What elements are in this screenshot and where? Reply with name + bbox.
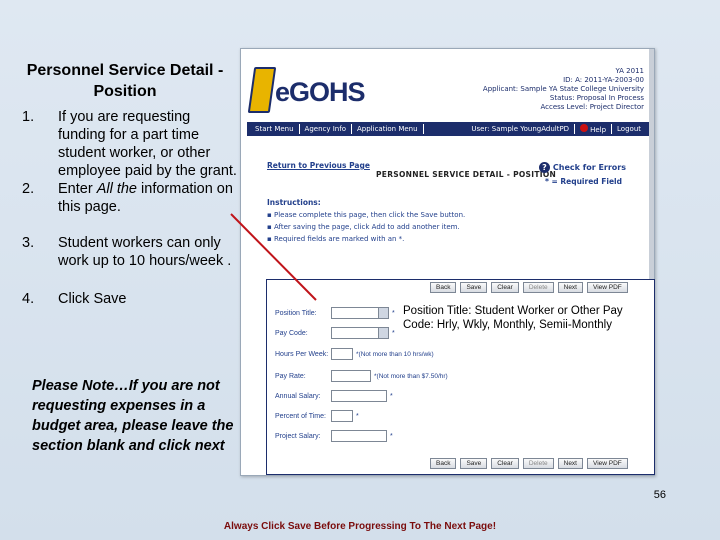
instructions-list: Please complete this page, then click th…: [267, 209, 607, 245]
menu-agency-info[interactable]: Agency Info: [300, 124, 352, 134]
delete-button[interactable]: Delete: [522, 282, 554, 293]
percent-time-label: Percent of Time:: [275, 412, 326, 420]
menu-application[interactable]: Application Menu: [352, 124, 424, 134]
logout-link[interactable]: Logout: [612, 124, 646, 134]
pay-rate-input[interactable]: [331, 370, 371, 382]
info-line: ID: A: 2011-YA-2003-00: [563, 76, 644, 84]
help-icon: [580, 124, 589, 132]
pay-rate-row: Pay Rate: *(Not more than $7.50/hr): [275, 370, 448, 382]
project-salary-row: Project Salary: *: [275, 430, 393, 442]
percent-time-row: Percent of Time: *: [275, 410, 359, 422]
required-star: *: [390, 392, 393, 400]
pay-code-label: Pay Code:: [275, 329, 308, 337]
step-2: 2. Enter All the information on this pag…: [22, 180, 240, 216]
user-label: User: Sample YoungAdultPD: [466, 124, 576, 134]
logo-text: eGOHS: [275, 77, 366, 107]
egohs-logo: eGOHS: [247, 63, 366, 115]
required-star: *: [356, 412, 359, 420]
menu-start[interactable]: Start Menu: [250, 124, 300, 134]
page-heading: PERSONNEL SERVICE DETAIL - POSITION: [376, 170, 557, 179]
question-icon: ?: [538, 162, 550, 173]
view-pdf-button[interactable]: View PDF: [587, 282, 628, 293]
view-pdf-button[interactable]: View PDF: [587, 458, 628, 469]
back-button[interactable]: Back: [430, 282, 457, 293]
step-number: 4.: [22, 291, 35, 307]
pay-rate-hint: *(Not more than $7.50/hr): [374, 372, 448, 380]
instruction-item: Please complete this page, then click th…: [267, 209, 607, 221]
required-star: *: [390, 432, 393, 440]
position-title-label: Position Title:: [275, 309, 317, 317]
pay-code-select[interactable]: [331, 327, 389, 339]
project-salary-input[interactable]: [331, 430, 387, 442]
step-3: 3. Student workers can only work up to 1…: [22, 234, 240, 270]
annual-salary-label: Annual Salary:: [275, 392, 321, 400]
pay-rate-label: Pay Rate:: [275, 372, 306, 380]
slide: Personnel Service Detail - Position 1. I…: [0, 0, 720, 540]
hours-hint: *(Not more than 10 hrs/wk): [356, 350, 434, 358]
shield-icon: [247, 67, 277, 113]
instructions-title: Instructions:: [267, 198, 321, 207]
info-line: Access Level: Project Director: [540, 103, 644, 111]
required-field-note: * = Required Field: [544, 177, 622, 186]
step-text: Enter All the information on this page.: [58, 180, 240, 216]
help-label: Help: [590, 126, 607, 134]
footer-reminder: Always Click Save Before Progressing To …: [223, 521, 497, 532]
hours-per-week-label: Hours Per Week:: [275, 350, 329, 358]
delete-button[interactable]: Delete: [522, 458, 554, 469]
please-note: Please Note…If you are not requesting ex…: [32, 378, 234, 454]
step-1: 1. If you are requesting funding for a p…: [22, 108, 240, 180]
back-button[interactable]: Back: [430, 458, 457, 469]
check-errors-link[interactable]: ? Check for Errors: [538, 162, 626, 173]
hours-per-week-row: Hours Per Week: *(Not more than 10 hrs/w…: [275, 348, 434, 360]
next-button[interactable]: Next: [557, 458, 583, 469]
step-number: 2.: [22, 181, 35, 197]
steps-list: 1. If you are requesting funding for a p…: [22, 108, 240, 308]
info-line: Status: Proposal In Process: [549, 94, 644, 102]
required-star: *: [392, 329, 395, 337]
next-button[interactable]: Next: [557, 282, 583, 293]
step-4: 4. Click Save: [22, 290, 240, 308]
menu-bar: Start Menu Agency Info Application Menu …: [247, 122, 649, 136]
page-number: 56: [653, 489, 666, 501]
clear-button[interactable]: Clear: [491, 458, 519, 469]
project-salary-label: Project Salary:: [275, 432, 321, 440]
clear-button[interactable]: Clear: [491, 282, 519, 293]
save-button[interactable]: Save: [460, 282, 488, 293]
hours-per-week-input[interactable]: [331, 348, 353, 360]
info-line: Applicant: Sample YA State College Unive…: [482, 85, 644, 93]
position-title-select[interactable]: [331, 307, 389, 319]
step-text-emphasis: All the: [96, 181, 137, 197]
callout-text: Position Title: Student Worker or Other …: [403, 305, 623, 331]
step-text: Student workers can only work up to 10 h…: [58, 235, 232, 269]
step-number: 1.: [22, 109, 35, 125]
annual-salary-row: Annual Salary: *: [275, 390, 393, 402]
position-title-row: Position Title: *: [275, 307, 395, 319]
bottom-button-bar: Back Save Clear Delete Next View PDF: [430, 457, 628, 470]
pay-code-row: Pay Code: *: [275, 327, 395, 339]
step-number: 3.: [22, 235, 35, 251]
top-button-bar: Back Save Clear Delete Next View PDF: [430, 281, 628, 294]
return-previous-link[interactable]: Return to Previous Page: [267, 161, 370, 170]
slide-title: Personnel Service Detail - Position: [26, 62, 224, 100]
save-button[interactable]: Save: [460, 458, 488, 469]
percent-time-input[interactable]: [331, 410, 353, 422]
help-link[interactable]: Help: [575, 124, 613, 134]
info-line: YA 2011: [615, 67, 644, 75]
step-text: If you are requesting funding for a part…: [58, 109, 237, 179]
application-info: YA 2011 ID: A: 2011-YA-2003-00 Applicant…: [474, 67, 644, 112]
required-star: *: [392, 309, 395, 317]
instruction-item: Required fields are marked with an *.: [267, 233, 607, 245]
step-text: Click Save: [58, 291, 127, 307]
check-errors-label: Check for Errors: [552, 163, 626, 172]
annual-salary-input[interactable]: [331, 390, 387, 402]
step-text-pre: Enter: [58, 181, 97, 197]
instruction-item: After saving the page, click Add to add …: [267, 221, 607, 233]
